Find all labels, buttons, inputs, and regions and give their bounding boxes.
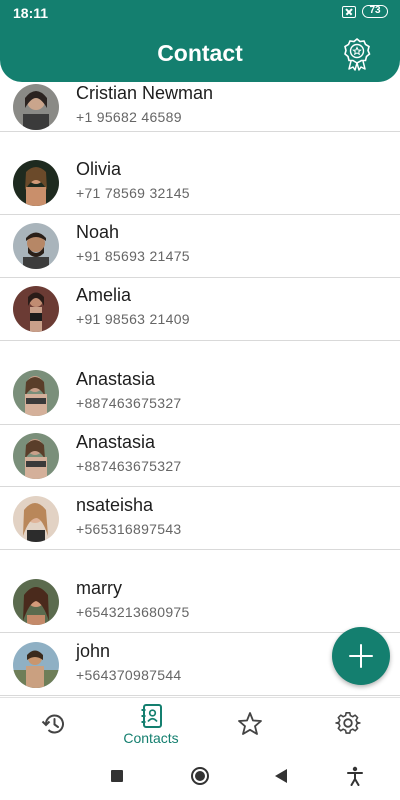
divider [0, 486, 400, 487]
home-icon[interactable] [191, 767, 209, 785]
divider [0, 277, 400, 278]
contact-name: Anastasia [76, 369, 156, 389]
contact-phone: +565316897543 [76, 521, 182, 537]
nav-history[interactable] [3, 698, 103, 753]
nav-contacts[interactable]: Contacts [101, 698, 201, 753]
divider [0, 549, 400, 550]
contact-row[interactable]: nsateisha +565316897543 [0, 492, 400, 554]
contact-row[interactable]: Amelia +91 98563 21409 [0, 282, 400, 344]
nav-favorites[interactable] [199, 698, 299, 753]
contact-row[interactable]: Anastasia +887463675327 [0, 429, 400, 491]
contact-phone: +564370987544 [76, 667, 182, 683]
contact-avatar [13, 286, 59, 332]
system-nav-bar [0, 752, 400, 800]
contact-list[interactable]: Cristian Newman +1 95682 46589 Olivia +7… [0, 0, 400, 697]
page-title: Contact [157, 40, 243, 66]
contact-avatar [13, 223, 59, 269]
back-icon[interactable] [275, 769, 287, 783]
history-icon [41, 714, 64, 734]
contact-phone: +1 95682 46589 [76, 109, 182, 125]
status-icons: 73 [342, 5, 388, 18]
contact-avatar [13, 496, 59, 542]
divider [0, 340, 400, 341]
nav-settings[interactable] [297, 698, 397, 753]
contact-phone: +6543213680975 [76, 604, 190, 620]
contact-name: Anastasia [76, 432, 156, 452]
contact-name: marry [76, 578, 122, 598]
contact-phone: +71 78569 32145 [76, 185, 190, 201]
settings-icon [335, 712, 361, 734]
contact-phone: +91 85693 21475 [76, 248, 190, 264]
divider [0, 424, 400, 425]
contact-name: Amelia [76, 285, 132, 305]
contact-row[interactable]: Olivia +71 78569 32145 [0, 156, 400, 218]
contact-name: john [76, 641, 111, 661]
contact-phone: +887463675327 [76, 395, 182, 411]
contacts-icon [141, 704, 162, 728]
contact-name: Noah [76, 222, 120, 242]
contact-avatar [13, 84, 59, 130]
battery-icon: 73 [362, 5, 388, 18]
contact-name: Olivia [76, 159, 122, 179]
star-icon [238, 712, 262, 735]
divider [0, 131, 400, 132]
add-contact-button[interactable] [332, 627, 390, 685]
app-header: 18:11 73 Contact [0, 0, 400, 82]
bottom-nav: Contacts [0, 697, 400, 752]
divider [0, 632, 400, 633]
contact-avatar [13, 579, 59, 625]
contact-phone: +91 98563 21409 [76, 311, 190, 327]
contact-row[interactable]: Cristian Newman +1 95682 46589 [0, 80, 400, 142]
no-sim-icon [342, 5, 356, 18]
accessibility-icon[interactable] [346, 766, 364, 786]
status-time: 18:11 [13, 5, 49, 21]
divider [0, 214, 400, 215]
contact-avatar [13, 642, 59, 688]
contact-avatar [13, 433, 59, 479]
contact-phone: +887463675327 [76, 458, 182, 474]
contact-avatar [13, 370, 59, 416]
contact-row[interactable]: marry +6543213680975 [0, 575, 400, 637]
award-icon[interactable] [342, 37, 372, 71]
contact-row[interactable]: Noah +91 85693 21475 [0, 219, 400, 281]
contact-avatar [13, 160, 59, 206]
recents-icon[interactable] [111, 770, 123, 782]
nav-contacts-label: Contacts [123, 730, 179, 746]
contact-row[interactable]: Anastasia +887463675327 [0, 366, 400, 428]
divider [0, 695, 400, 696]
status-bar: 18:11 73 [0, 0, 400, 26]
contact-name: nsateisha [76, 495, 154, 515]
contact-name: Cristian Newman [76, 83, 214, 103]
